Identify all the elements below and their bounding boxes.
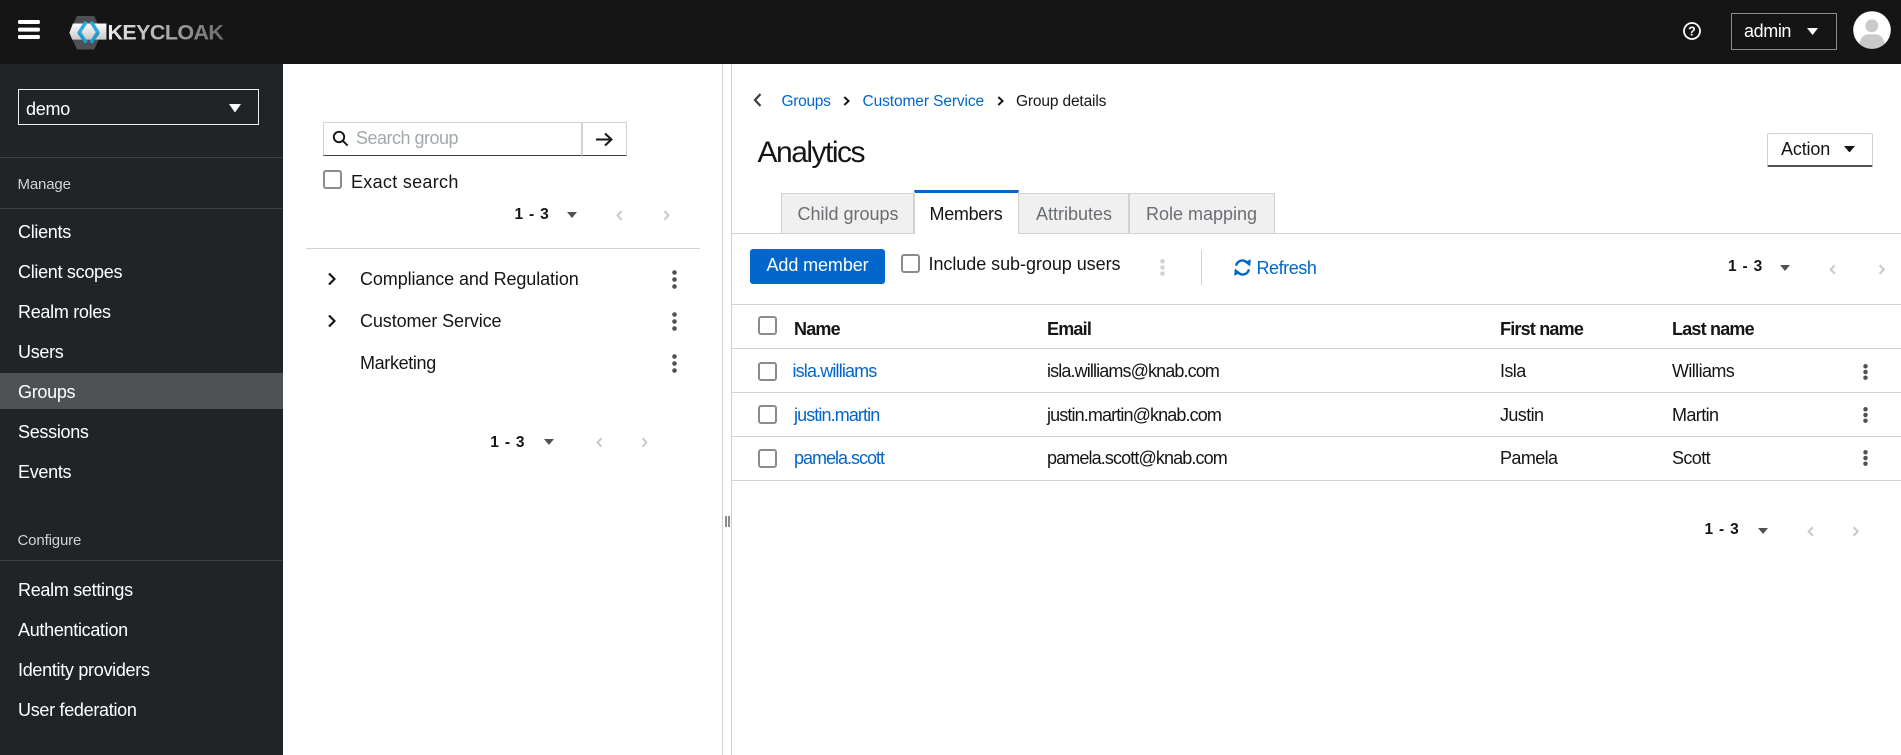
svg-text:KEYCLOAK: KEYCLOAK — [108, 21, 225, 45]
svg-text:?: ? — [1688, 24, 1696, 38]
